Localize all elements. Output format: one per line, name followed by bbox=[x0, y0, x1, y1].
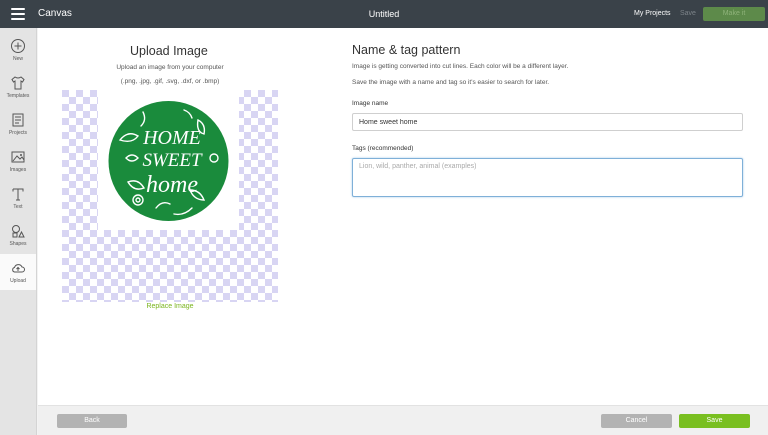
image-icon bbox=[11, 151, 25, 163]
sidebar-item-label: Templates bbox=[6, 93, 30, 99]
conversion-description: Image is getting converted into cut line… bbox=[352, 63, 569, 70]
sidebar-item-text[interactable]: Text bbox=[0, 180, 36, 216]
top-bar: Canvas Untitled My Projects Save Make it bbox=[0, 0, 768, 28]
image-name-input[interactable] bbox=[352, 113, 743, 131]
sidebar-item-upload[interactable]: Upload bbox=[0, 254, 36, 290]
cancel-button[interactable]: Cancel bbox=[601, 414, 672, 428]
image-preview: HOME SWEET home bbox=[98, 90, 239, 230]
preview-text-script-home: home bbox=[146, 172, 198, 198]
make-it-button[interactable]: Make it bbox=[703, 7, 765, 21]
upload-file-types: (.png, .jpg, .gif, .svg, .dxf, or .bmp) bbox=[120, 78, 220, 85]
preview-text-sweet: SWEET bbox=[142, 150, 203, 171]
text-icon bbox=[12, 188, 24, 201]
sidebar-item-projects[interactable]: Projects bbox=[0, 106, 36, 142]
back-button[interactable]: Back bbox=[57, 414, 127, 428]
replace-image-link[interactable]: Replace Image bbox=[62, 303, 278, 310]
sidebar-item-label: Text bbox=[13, 204, 23, 210]
sidebar-item-label: Upload bbox=[10, 278, 26, 284]
sidebar-item-label: Shapes bbox=[9, 241, 27, 247]
save-description: Save the image with a name and tag so it… bbox=[352, 79, 550, 86]
name-tag-title: Name & tag pattern bbox=[352, 43, 461, 57]
sidebar-item-templates[interactable]: Templates bbox=[0, 69, 36, 105]
save-button[interactable]: Save bbox=[679, 414, 750, 428]
image-name-label: Image name bbox=[352, 100, 389, 107]
preview-text-home: HOME bbox=[142, 127, 201, 149]
sidebar-item-images[interactable]: Images bbox=[0, 143, 36, 179]
tshirt-icon bbox=[11, 76, 25, 90]
tags-input[interactable] bbox=[352, 158, 743, 197]
sidebar-item-label: Projects bbox=[8, 130, 28, 136]
sidebar-item-label: Images bbox=[9, 167, 27, 173]
projects-icon bbox=[12, 113, 24, 127]
sidebar: New Templates Projects Images Text Shape… bbox=[0, 28, 37, 435]
cloud-upload-icon bbox=[12, 264, 25, 273]
top-save-button[interactable]: Save bbox=[680, 10, 696, 17]
sidebar-item-new[interactable]: New bbox=[0, 32, 36, 68]
upload-title: Upload Image bbox=[130, 44, 208, 58]
sidebar-item-shapes[interactable]: Shapes bbox=[0, 217, 36, 253]
upload-subtitle: Upload an image from your computer bbox=[116, 64, 224, 71]
tags-label: Tags (recommended) bbox=[352, 145, 414, 152]
my-projects-link[interactable]: My Projects bbox=[634, 10, 671, 17]
sidebar-item-label: New bbox=[12, 56, 23, 62]
plus-circle-icon bbox=[11, 39, 25, 53]
shapes-icon bbox=[12, 225, 25, 238]
